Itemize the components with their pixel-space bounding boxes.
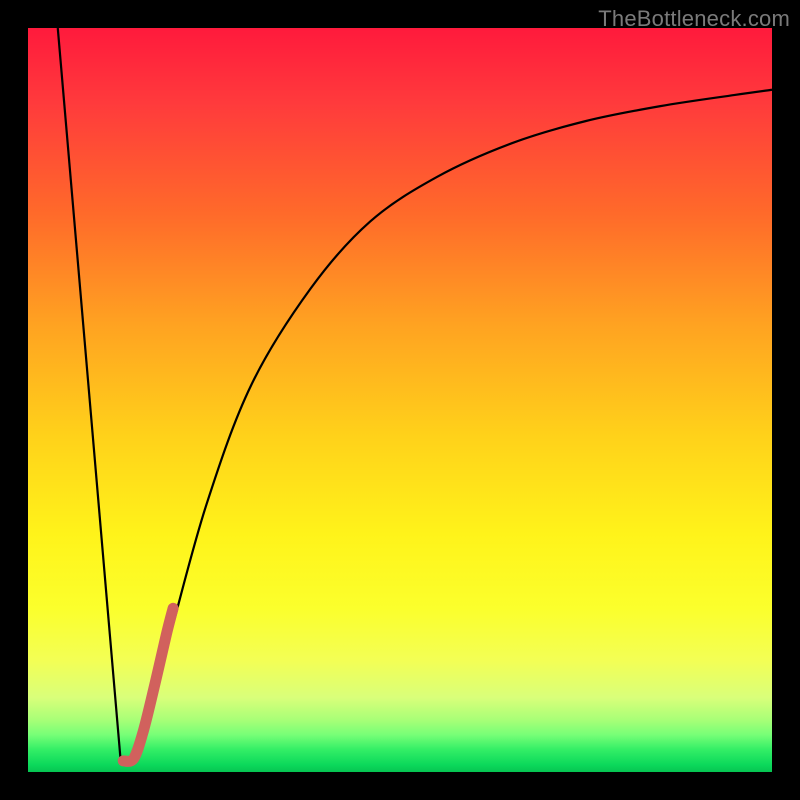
- ascending-arm-path: [136, 90, 772, 761]
- descending-arm-path: [58, 28, 121, 765]
- line-layer: [28, 28, 772, 772]
- chart-frame: TheBottleneck.com: [0, 0, 800, 800]
- plot-area: [28, 28, 772, 772]
- highlight-segment-path: [123, 608, 173, 761]
